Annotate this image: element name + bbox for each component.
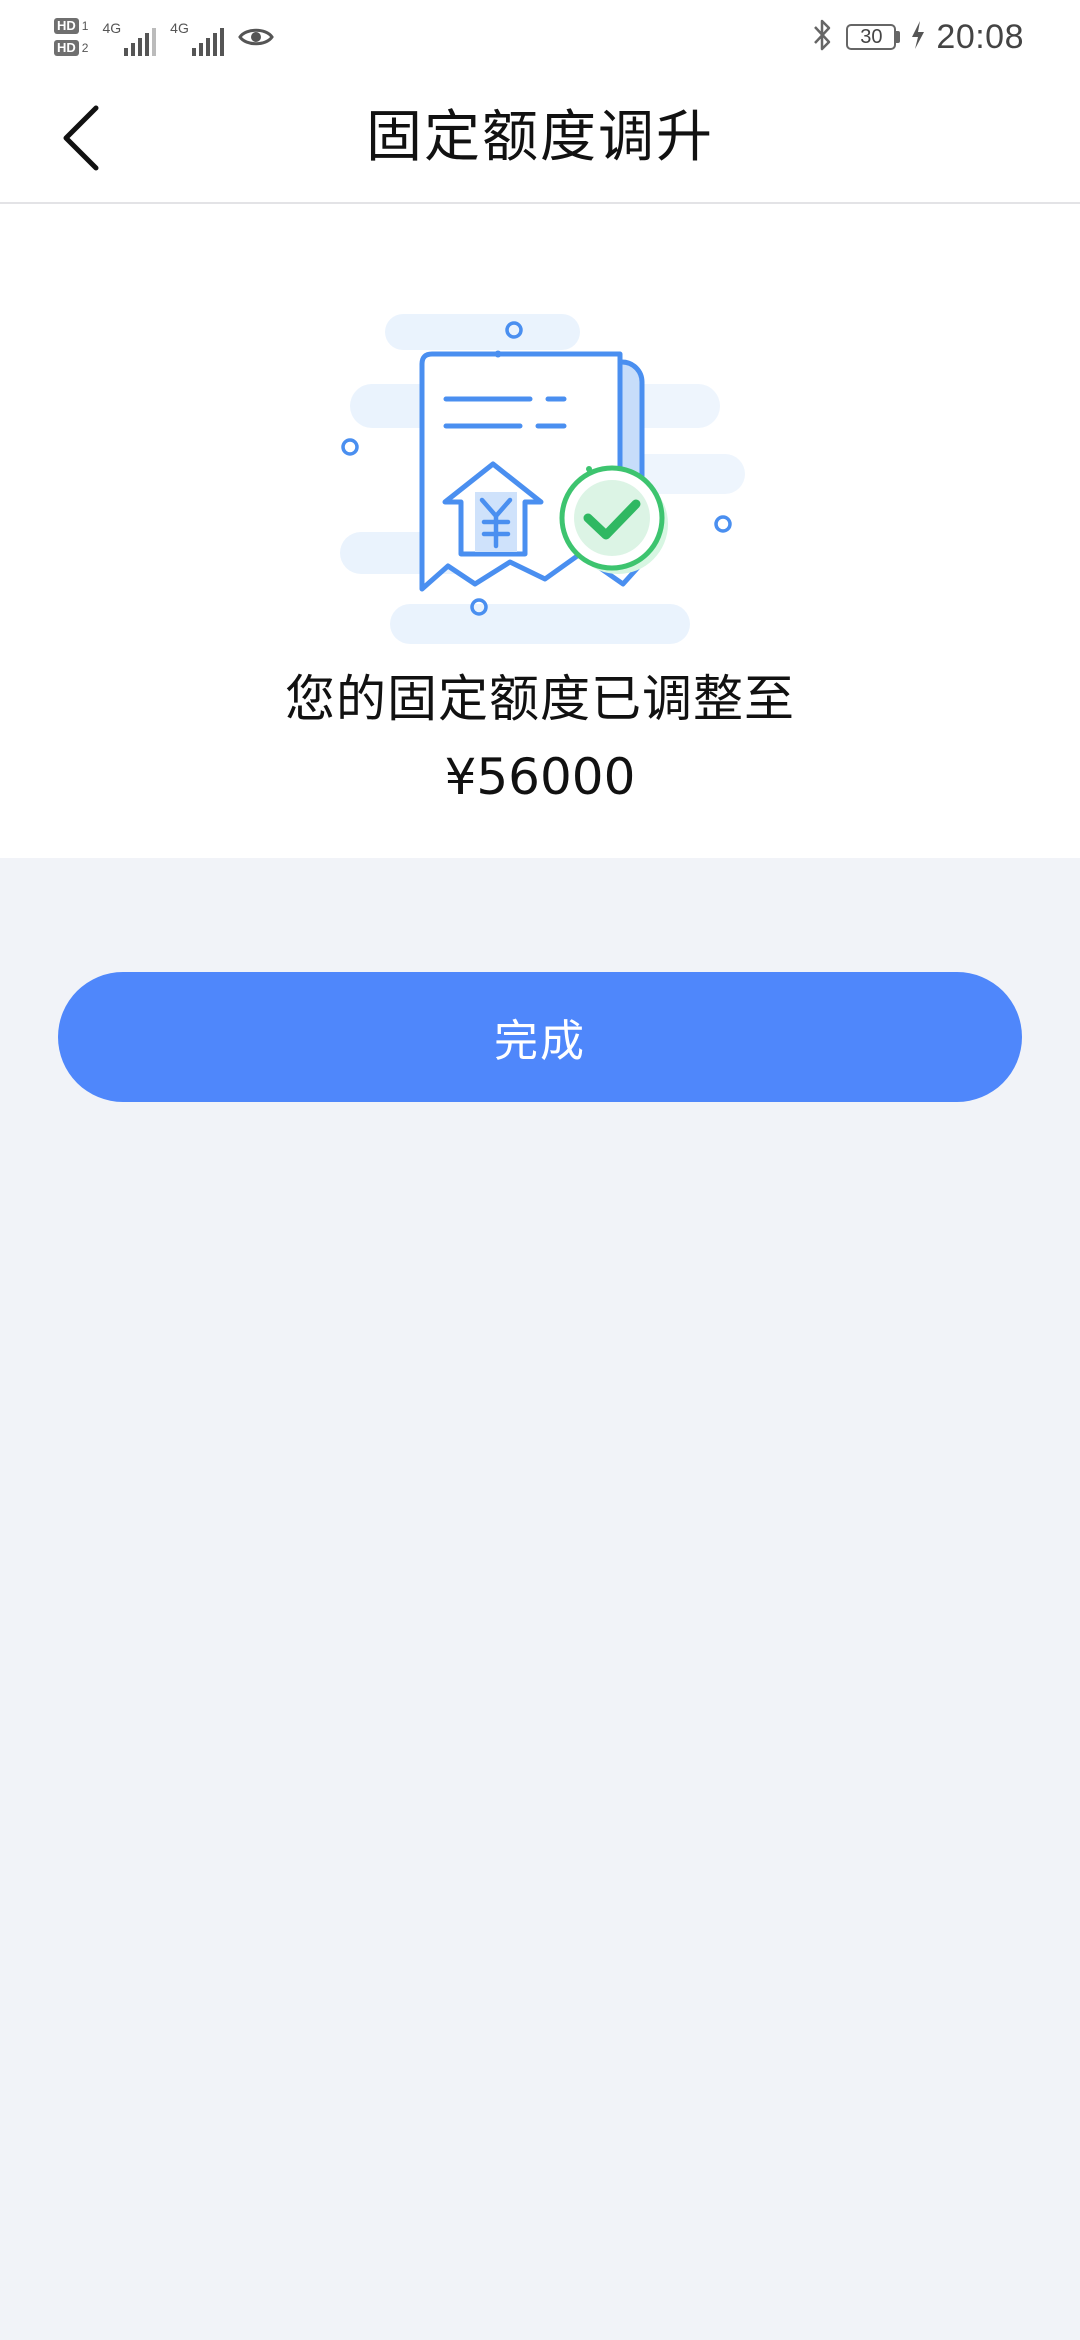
sim-indicators: HD 1 HD 2 (54, 18, 88, 56)
status-bar: HD 1 HD 2 4G 4G 30 20:08 (0, 0, 1080, 72)
done-button[interactable]: 完成 (58, 972, 1022, 1102)
network-type: 4G (102, 20, 122, 36)
bluetooth-icon (808, 17, 836, 57)
network-type: 4G (170, 20, 189, 36)
page-title: 固定额度调升 (366, 105, 714, 170)
battery-icon: 30 (846, 24, 901, 50)
signal-sim2: 4G (170, 18, 224, 56)
signal-sim1: 4G (102, 18, 157, 56)
status-bar-left: HD 1 HD 2 4G 4G (54, 12, 274, 62)
hd-badge: HD (54, 18, 79, 34)
hd-badge: HD (54, 40, 79, 56)
new-limit-amount: ¥56000 (444, 748, 636, 806)
signal-icon (124, 28, 157, 56)
navigation-bar: 固定额度调升 (0, 72, 1080, 204)
result-card: 您的固定额度已调整至 ¥56000 (0, 204, 1080, 858)
sim-index: 1 (81, 19, 89, 33)
sim2-indicator: HD 2 (54, 40, 88, 56)
battery-level: 30 (846, 24, 897, 50)
charging-icon (910, 20, 926, 54)
receipt-upgrade-illustration (340, 314, 745, 644)
sim1-indicator: HD 1 (54, 18, 88, 34)
eye-icon (238, 19, 274, 55)
status-bar-right: 30 20:08 (808, 14, 1024, 60)
signal-icon (191, 28, 224, 56)
sim-index: 2 (81, 41, 89, 55)
clock: 20:08 (936, 17, 1024, 56)
result-message: 您的固定额度已调整至 (285, 670, 795, 728)
